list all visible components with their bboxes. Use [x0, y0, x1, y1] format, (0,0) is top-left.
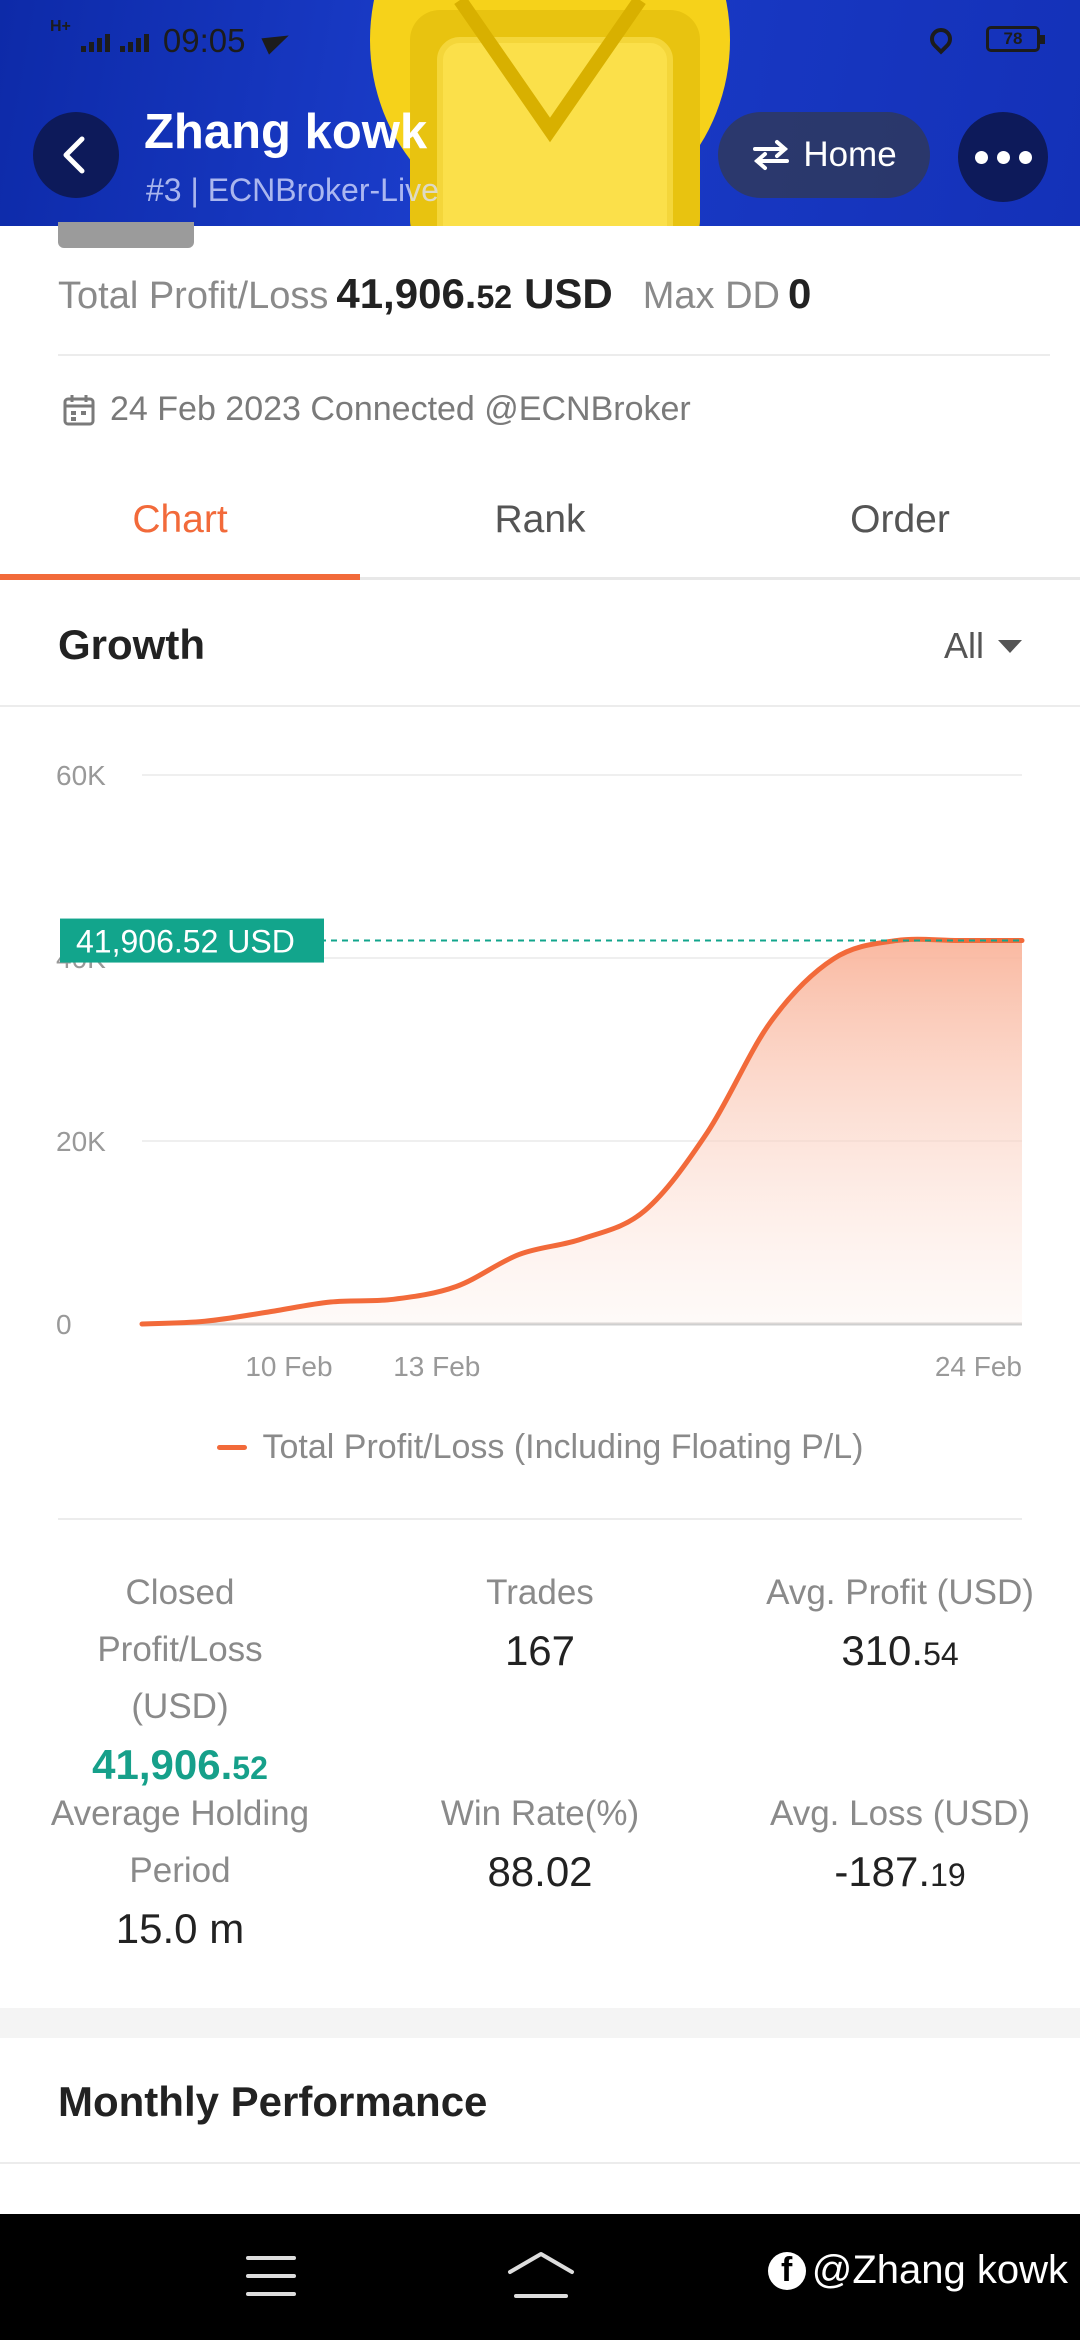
stat-avg-profit: Avg. Profit (USD) 310.54	[720, 1564, 1080, 1675]
app-header: H+ 09:05 78 Zhang kowk #3 | ECNBroker-Li…	[0, 0, 1080, 226]
more-dot	[974, 150, 988, 164]
stat-value-dec: 54	[923, 1636, 959, 1672]
stat-value-int: 310.	[841, 1627, 924, 1674]
growth-title: Growth	[58, 621, 205, 668]
more-dot	[996, 150, 1010, 164]
back-button[interactable]	[33, 112, 119, 198]
tab-chart[interactable]: Chart	[0, 480, 360, 580]
stat-value: 88.02	[487, 1848, 593, 1895]
watermark: f @Zhang kowk	[767, 2248, 1068, 2293]
network-type: H+	[50, 18, 71, 35]
swap-arrows-icon	[753, 140, 790, 170]
stat-win-rate: Win Rate(%) 88.02	[360, 1785, 720, 1896]
stat-value: 310.54	[720, 1627, 1080, 1675]
menu-icon[interactable]	[246, 2256, 296, 2296]
total-profit-dec: 52	[476, 279, 513, 315]
tab-rank[interactable]: Rank	[360, 480, 720, 577]
stat-label: Avg. Loss (USD)	[770, 1794, 1030, 1833]
stat-value-dec: 19	[930, 1857, 966, 1893]
monthly-performance-title[interactable]: Monthly Performance	[58, 2078, 487, 2126]
more-dot	[1018, 150, 1032, 164]
x-tick-label: 10 Feb	[245, 1351, 332, 1382]
x-tick-label: 13 Feb	[393, 1351, 480, 1382]
stat-label: Average Holding Period	[50, 1794, 310, 1890]
send-icon	[260, 27, 293, 55]
battery-icon: 78	[986, 26, 1045, 52]
leverage-badge	[58, 222, 194, 248]
stat-trades: Trades 167	[360, 1564, 720, 1675]
location-icon	[925, 23, 957, 55]
stat-value: 41,906.52	[0, 1741, 360, 1789]
section-gap	[0, 2008, 1080, 2038]
legend-swatch	[216, 1445, 247, 1450]
total-profit-unit: USD	[524, 270, 613, 317]
legend-label: Total Profit/Loss (Including Floating P/…	[262, 1428, 864, 1466]
stat-value: 15.0 m	[115, 1905, 245, 1952]
stat-value-int: -187.	[834, 1848, 931, 1895]
tab-bar: Chart Rank Order	[0, 480, 1080, 580]
total-profit-int: 41,906.	[336, 270, 477, 317]
y-tick-label: 0	[56, 1309, 72, 1340]
y-tick-label: 60K	[56, 760, 106, 791]
range-dropdown-value: All	[943, 625, 984, 666]
y-tick-label: 20K	[56, 1126, 106, 1157]
status-bar: H+ 09:05 78	[0, 18, 1080, 68]
stat-value-int: 41,906.	[92, 1741, 233, 1788]
signal-icon	[80, 30, 110, 52]
trader-name: Zhang kowk	[144, 105, 428, 159]
calendar-icon	[63, 394, 95, 425]
current-value-label: 41,906.52 USD	[76, 924, 295, 960]
stat-label: Closed Profit/Loss (USD)	[97, 1573, 263, 1726]
home-button-label: Home	[803, 135, 897, 174]
profit-summary: Total Profit/Loss 41,906. 52 USD Max DD 0	[58, 270, 811, 318]
stat-closed-profit: Closed Profit/Loss (USD) 41,906.52	[0, 1564, 360, 1789]
stat-value: -187.19	[720, 1848, 1080, 1896]
divider	[58, 354, 1050, 356]
stat-avg-loss: Avg. Loss (USD) -187.19	[720, 1785, 1080, 1896]
tab-order[interactable]: Order	[720, 480, 1080, 577]
stat-label: Win Rate(%)	[440, 1794, 640, 1833]
watermark-text: @Zhang kowk	[811, 2248, 1068, 2292]
chart-area-fill	[142, 939, 1022, 1324]
home-icon[interactable]	[506, 2250, 576, 2302]
home-button[interactable]: Home	[718, 112, 930, 198]
account-subtitle: #3 | ECNBroker-Live	[146, 172, 439, 208]
chevron-down-icon	[998, 639, 1022, 653]
chevron-left-icon	[63, 136, 85, 174]
stat-holding-period: Average Holding Period 15.0 m	[0, 1785, 360, 1953]
x-tick-label: 24 Feb	[935, 1351, 1022, 1382]
total-profit-label: Total Profit/Loss	[58, 275, 329, 317]
range-dropdown[interactable]: All	[944, 625, 1022, 667]
growth-header: Growth All	[0, 583, 1080, 707]
signal-icon-2	[119, 30, 149, 52]
growth-chart: 60K40K20K0 10 Feb13 Feb24 Feb 41,906.52 …	[56, 760, 1025, 1382]
divider	[0, 2162, 1080, 2164]
max-dd-label: Max DD	[642, 275, 780, 317]
facebook-icon: f	[767, 2251, 806, 2290]
divider	[58, 1518, 1022, 1520]
status-time: 09:05	[162, 22, 246, 59]
system-nav-bar: f @Zhang kowk	[0, 2214, 1080, 2340]
stat-label: Trades	[486, 1573, 594, 1612]
connection-text: 24 Feb 2023 Connected @ECNBroker	[110, 390, 691, 428]
stat-value-dec: 52	[232, 1750, 268, 1786]
chart-legend: Total Profit/Loss (Including Floating P/…	[0, 1428, 1080, 1467]
stat-label: Avg. Profit (USD)	[766, 1573, 1034, 1612]
connection-info: 24 Feb 2023 Connected @ECNBroker	[62, 390, 691, 429]
more-button[interactable]	[958, 112, 1048, 202]
max-dd-value: 0	[788, 270, 812, 317]
stat-value: 167	[504, 1627, 576, 1674]
